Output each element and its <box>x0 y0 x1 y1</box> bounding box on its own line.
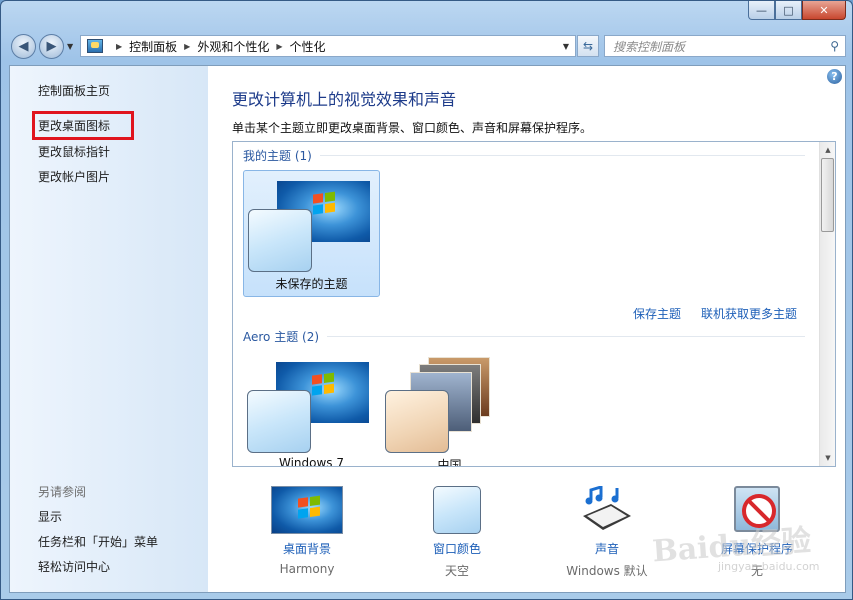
breadcrumb-separator-icon[interactable]: ▶ <box>116 42 122 51</box>
history-dropdown-icon[interactable]: ▼ <box>67 42 73 51</box>
windows-logo-icon <box>298 495 322 520</box>
sidebar-item-control-panel-home[interactable]: 控制面板主页 <box>38 82 110 99</box>
back-arrow-icon: ◀ <box>18 39 29 54</box>
breadcrumb-separator-icon[interactable]: ▶ <box>184 42 190 51</box>
window-color-icon <box>433 486 481 534</box>
page-title: 更改计算机上的视觉效果和声音 <box>232 90 457 109</box>
aero-themes-heading: Aero 主题 (2) <box>243 328 805 345</box>
theme-glass-preview <box>248 209 312 272</box>
breadcrumb: ▶ 控制面板 ▶ 外观和个性化 ▶ 个性化 <box>109 38 326 55</box>
scroll-down-icon[interactable]: ▼ <box>820 450 835 466</box>
theme-list-scrollbar[interactable]: ▲ ▼ <box>819 142 835 466</box>
desktop-background-value: Harmony <box>279 562 335 576</box>
scroll-thumb[interactable] <box>821 158 834 232</box>
get-more-themes-link[interactable]: 联机获取更多主题 <box>701 305 797 322</box>
sidebar-item-change-account-picture[interactable]: 更改帐户图片 <box>38 168 110 185</box>
theme-glass-preview <box>385 390 449 453</box>
breadcrumb-control-panel[interactable]: 控制面板 <box>129 38 177 55</box>
baidu-watermark-url: jingyan.baidu.com <box>718 560 820 573</box>
address-bar[interactable]: ▶ 控制面板 ▶ 外观和个性化 ▶ 个性化 ▼ <box>80 35 576 57</box>
refresh-button[interactable]: ⇆ <box>577 35 599 57</box>
address-dropdown-icon[interactable]: ▼ <box>557 42 575 51</box>
theme-name: 未保存的主题 <box>275 277 348 291</box>
see-also-heading: 另请参阅 <box>38 485 87 499</box>
desktop-background-icon <box>271 486 343 534</box>
minimize-button[interactable]: — <box>748 1 775 20</box>
sidebar-item-change-mouse-pointers[interactable]: 更改鼠标指针 <box>38 143 110 160</box>
search-placeholder: 搜索控制面板 <box>613 39 686 54</box>
navigation-bar: ◀ ▶ ▼ ▶ 控制面板 ▶ 外观和个性化 ▶ 个性化 ▼ ⇆ 搜索控制面板 ⚲ <box>9 34 846 60</box>
content-area: 控制面板主页 更改桌面图标 更改鼠标指针 更改帐户图片 另请参阅 显示 任务栏和… <box>9 65 846 593</box>
back-button[interactable]: ◀ <box>11 34 36 59</box>
forward-arrow-icon: ▶ <box>46 39 57 54</box>
theme-name: 中国 <box>437 458 462 467</box>
caption-buttons: — □ ✕ <box>748 1 846 20</box>
see-also-display[interactable]: 显示 <box>38 508 62 525</box>
see-also-taskbar-start-menu[interactable]: 任务栏和「开始」菜单 <box>38 533 158 550</box>
theme-list[interactable]: 我的主题 (1) 未保存的主题 保存主题 联机获取更多主题 Aero 主题 (2… <box>232 141 836 467</box>
search-input[interactable]: 搜索控制面板 ⚲ <box>604 35 846 57</box>
refresh-icon: ⇆ <box>582 39 594 53</box>
control-panel-icon <box>87 39 103 53</box>
sidebar: 控制面板主页 更改桌面图标 更改鼠标指针 更改帐户图片 另请参阅 显示 任务栏和… <box>10 66 208 592</box>
windows-logo-icon <box>313 191 337 216</box>
save-theme-link[interactable]: 保存主题 <box>633 305 681 322</box>
theme-glass-preview <box>247 390 311 453</box>
close-button[interactable]: ✕ <box>802 1 846 20</box>
search-icon[interactable]: ⚲ <box>830 39 839 53</box>
help-icon[interactable]: ? <box>827 69 842 84</box>
forward-button[interactable]: ▶ <box>39 34 64 59</box>
theme-tile-china[interactable]: 中国 <box>381 352 518 467</box>
my-themes-heading: 我的主题 (1) <box>243 147 805 164</box>
scroll-up-icon[interactable]: ▲ <box>820 142 835 158</box>
desktop-background-label[interactable]: 桌面背景 <box>232 540 382 557</box>
breadcrumb-appearance[interactable]: 外观和个性化 <box>197 38 269 55</box>
control-panel-window: — □ ✕ ◀ ▶ ▼ ▶ 控制面板 ▶ 外观和个性化 ▶ 个性化 ▼ ⇆ 搜索… <box>0 0 853 600</box>
theme-name: Windows 7 <box>278 456 344 467</box>
see-also-ease-of-access[interactable]: 轻松访问中心 <box>38 558 110 575</box>
theme-tile-windows7[interactable]: Windows 7 <box>243 352 380 467</box>
window-color-label[interactable]: 窗口颜色 <box>382 540 532 557</box>
theme-tile-unsaved[interactable]: 未保存的主题 <box>243 170 380 297</box>
maximize-button[interactable]: □ <box>775 1 802 20</box>
sidebar-item-change-desktop-icons[interactable]: 更改桌面图标 <box>31 111 135 140</box>
window-color-value: 天空 <box>444 564 469 578</box>
breadcrumb-separator-icon[interactable]: ▶ <box>276 42 282 51</box>
sounds-icon <box>581 484 633 534</box>
windows-logo-icon <box>312 372 336 397</box>
breadcrumb-personalization[interactable]: 个性化 <box>290 38 326 55</box>
page-description: 单击某个主题立即更改桌面背景、窗口颜色、声音和屏幕保护程序。 <box>232 121 593 135</box>
